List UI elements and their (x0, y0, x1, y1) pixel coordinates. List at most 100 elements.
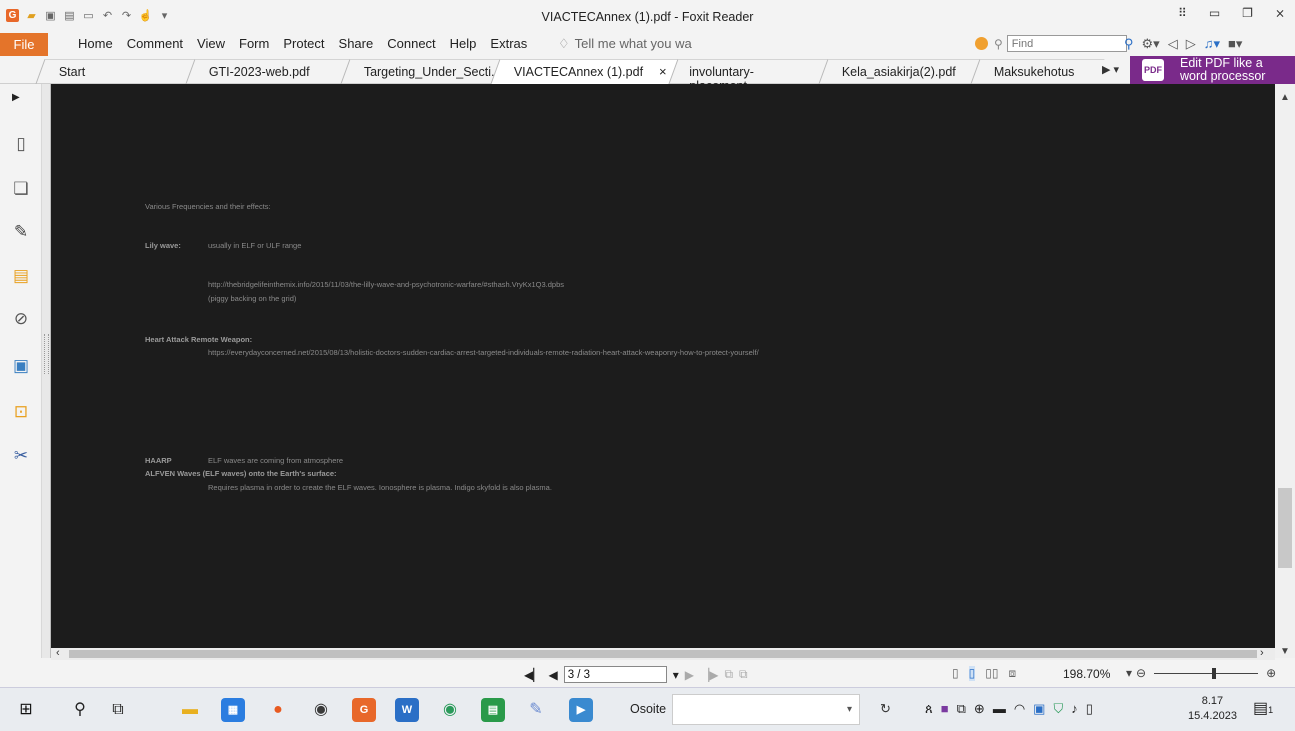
expand-panel-arrow-icon[interactable]: ▶ (12, 92, 20, 103)
single-page-icon[interactable]: ▯ (952, 666, 959, 681)
foxit-store-icon[interactable] (975, 37, 988, 50)
tab-list-chevron-icon[interactable]: ▶ ▾ (1102, 63, 1119, 76)
settings-icon[interactable]: ⚙▾ (1142, 36, 1160, 52)
address-input[interactable] (672, 694, 860, 725)
tab-maksukehotus[interactable]: Maksukehotus (970, 59, 1105, 84)
tab-involuntary-placement[interactable]: involuntary-placement-... (668, 59, 828, 93)
word-document-icon[interactable]: W (395, 698, 419, 722)
security-shield-icon[interactable]: ⛉ (1053, 701, 1063, 717)
menu-extras[interactable]: Extras (490, 36, 527, 51)
zoom-dropdown-icon[interactable]: ▾ (1126, 666, 1132, 680)
tab-targeting[interactable]: Targeting_Under_Secti... (340, 59, 501, 84)
menu-share[interactable]: Share (339, 36, 374, 51)
lock-icon[interactable]: ⊡ (11, 402, 31, 422)
find-input[interactable] (1006, 35, 1127, 52)
tab-start[interactable]: Start (35, 59, 195, 84)
task-view-icon[interactable]: ⧉ (106, 698, 130, 722)
back-arrow-icon[interactable]: ◁ (1168, 36, 1178, 52)
scroll-down-icon[interactable]: ▼ (1280, 646, 1290, 657)
zoom-out-icon[interactable]: ⊖ (1136, 666, 1146, 680)
next-view-icon[interactable]: ⧉ (739, 667, 748, 682)
scroll-up-icon[interactable]: ▲ (1280, 92, 1290, 103)
onenote-tray-icon[interactable]: ■ (941, 701, 949, 717)
menu-home[interactable]: Home (78, 36, 113, 51)
wifi-icon[interactable]: ◠ (1014, 701, 1025, 717)
tab-close-button[interactable]: × (659, 64, 667, 79)
start-button-icon[interactable]: ⊞ (14, 698, 38, 722)
signature-icon[interactable]: ▣ (11, 356, 31, 376)
restore-button[interactable]: ❐ (1242, 6, 1253, 20)
scroll-left-icon[interactable]: ‹ (56, 647, 60, 659)
media-player-icon[interactable]: ▶ (569, 698, 593, 722)
vertical-scroll-thumb[interactable] (1278, 488, 1292, 568)
ribbon-display-icon[interactable]: ⠿ (1178, 6, 1187, 20)
menu-view[interactable]: View (197, 36, 225, 51)
vertical-scrollbar[interactable]: ▲ ▼ (1275, 84, 1295, 658)
volume-icon[interactable]: ♪ (1071, 701, 1078, 717)
tab-gti-2023[interactable]: GTI-2023-web.pdf (185, 59, 350, 84)
meet-now-icon[interactable]: ⊕ (974, 701, 985, 717)
layers-icon[interactable]: ❏ (11, 179, 31, 199)
comment-icon[interactable]: ▤ (11, 266, 31, 286)
tab-viactec-annex[interactable]: VIACTECAnnex (1).pdf × (490, 59, 678, 84)
zoom-slider[interactable] (1154, 667, 1259, 679)
page-number-input[interactable] (563, 666, 667, 683)
tools-icon[interactable]: ✂ (11, 446, 31, 466)
document-view[interactable]: Various Frequencies and their effects: L… (51, 84, 1275, 648)
menu-protect[interactable]: Protect (283, 36, 324, 51)
forward-arrow-icon[interactable]: ▷ (1186, 36, 1196, 52)
doc-lily-url[interactable]: http://thebridgelifeinthemix.info/2015/1… (208, 280, 564, 289)
close-button[interactable]: ⨯ (1275, 6, 1285, 20)
first-page-icon[interactable]: ◀▏ (524, 668, 542, 682)
page-thumbnails-icon[interactable]: ▯ (11, 134, 31, 154)
menu-comment[interactable]: Comment (127, 36, 183, 51)
doc-heart-url[interactable]: https://everydayconcerned.net/2015/08/13… (208, 348, 759, 357)
taskbar-clock[interactable]: 8.17 15.4.2023 (1188, 694, 1237, 724)
display-icon[interactable]: ▣ (1033, 701, 1045, 717)
search-icon[interactable]: ⚲ (68, 698, 92, 722)
search-options-icon[interactable]: ⚲ (994, 37, 1003, 51)
tab-kela-asiakirja[interactable]: Kela_asiakirja(2).pdf (818, 59, 980, 84)
minimize-button[interactable]: ▭ (1209, 6, 1220, 20)
horizontal-scroll-thumb[interactable] (69, 650, 1257, 658)
splitter-grip[interactable] (44, 334, 49, 374)
facing-page-icon[interactable]: ▯▯ (985, 666, 998, 681)
search-icon[interactable]: ⚲ (1124, 36, 1134, 52)
previous-view-icon[interactable]: ⧉ (724, 667, 733, 682)
refresh-icon[interactable]: ↻ (880, 701, 891, 717)
zoom-in-icon[interactable]: ⊕ (1266, 666, 1276, 680)
foxit-taskbar-icon[interactable]: G (352, 698, 376, 722)
bell-icon[interactable]: ♫▾ (1204, 36, 1220, 52)
file-menu-button[interactable]: File (0, 33, 48, 56)
menu-form[interactable]: Form (239, 36, 269, 51)
tell-me-box[interactable]: ♢ Tell me what you wa (558, 36, 692, 52)
chrome-profile-icon[interactable]: ◉ (309, 698, 333, 722)
continuous-page-icon[interactable]: ▯ (968, 666, 976, 681)
panel-splitter[interactable] (42, 84, 51, 658)
page-dropdown-icon[interactable]: ▾ (673, 668, 679, 682)
firefox-icon[interactable]: ● (266, 698, 290, 722)
chrome-second-profile-icon[interactable]: ◉ (438, 698, 462, 722)
spreadsheet-icon[interactable]: ▤ (481, 698, 505, 722)
zoom-slider-knob[interactable] (1212, 667, 1217, 679)
calendar-app-icon[interactable]: ▦ (221, 698, 245, 722)
menu-connect[interactable]: Connect (387, 36, 435, 51)
last-page-icon[interactable]: ▕▶ (700, 668, 718, 682)
battery-icon[interactable]: ▬ (993, 701, 1006, 717)
menu-help[interactable]: Help (450, 36, 477, 51)
edit-icon[interactable]: ✎ (11, 222, 31, 242)
notification-center-icon[interactable]: ▤1 (1253, 698, 1273, 718)
file-explorer-icon[interactable]: ▬ (178, 698, 202, 722)
edit-pdf-promo-banner[interactable]: PDF Edit PDF like a word processor (1130, 56, 1295, 84)
people-icon[interactable]: ጰ (925, 701, 933, 717)
zoom-level[interactable]: 198.70% (1063, 667, 1110, 681)
address-dropdown-icon[interactable]: ▾ (847, 704, 852, 715)
previous-page-icon[interactable]: ◀ (548, 668, 557, 682)
paint-icon[interactable]: ✎ (524, 698, 548, 722)
attachment-icon[interactable]: ⊘ (11, 309, 31, 329)
sync-tray-icon[interactable]: ⧉ (957, 701, 966, 717)
user-icon[interactable]: ■▾ (1228, 36, 1242, 52)
horizontal-scrollbar[interactable]: ‹ › (51, 647, 1275, 660)
next-page-icon[interactable]: ▶ (685, 668, 694, 682)
keyboard-icon[interactable]: ▯ (1086, 701, 1093, 717)
